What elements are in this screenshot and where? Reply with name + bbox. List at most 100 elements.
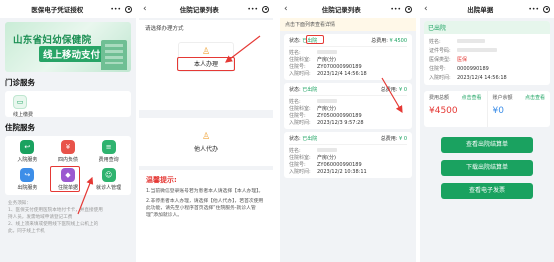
account-balance-label: 账户余额: [492, 95, 513, 101]
close-miniprogram-icon[interactable]: [543, 5, 550, 13]
online-payment-label: 线上缴费: [13, 112, 34, 118]
record-card[interactable]: 状态: 已出院 总费用: ¥ 4500 姓名: 住院科室: 产房(分) 住院号: Z…: [284, 34, 412, 80]
status-label: 状态:: [289, 87, 301, 93]
status-label: 状态:: [289, 136, 301, 142]
highlight-box: [50, 166, 80, 192]
page-title: 出院单据: [467, 6, 494, 14]
panel-handling-method: ‹ 住院记录列表 ••• 请选择办理方式 ♙ 本人办理 ♙ 他人代办 温馨提示:…: [139, 0, 273, 262]
no-value: 0000990189: [457, 65, 489, 72]
capsule-menu[interactable]: •••: [110, 5, 132, 13]
dept-value: 产房(分): [317, 57, 336, 63]
discharge-service-item[interactable]: ↪ 出院服务: [7, 168, 48, 191]
page-title: 医保电子凭证授权: [31, 6, 84, 14]
admission-service-label: 入院服务: [17, 157, 38, 163]
no-label: 住院号:: [429, 66, 446, 72]
name-label: 姓名:: [289, 50, 301, 56]
fee-query-item[interactable]: ≡ 费用查询: [88, 140, 129, 163]
tips-text-1: 1.当前微信登录账号若为患者本人请选择【本人办理】。: [146, 189, 264, 194]
date-label: 入院时间:: [289, 120, 311, 126]
fee-total-label: 费用总额: [429, 95, 450, 101]
record-no-row: 住院号: ZY060000990189: [289, 161, 407, 169]
proxy-card: ♙ 他人代办: [139, 118, 273, 166]
fee-value: ¥ 0: [399, 87, 407, 93]
fee-value: ¥ 0: [399, 136, 407, 142]
no-value: ZY060000990189: [317, 161, 362, 168]
redacted-name: [317, 148, 337, 152]
dept-value: 产房(分): [317, 155, 336, 161]
admission-service-item[interactable]: ↩ 入院服务: [7, 140, 48, 163]
record-card[interactable]: 状态: 已出院 总费用: ¥ 0 姓名: 住院科室: 产房(分) 住院号: ZY06…: [284, 132, 412, 178]
close-miniprogram-icon[interactable]: [125, 5, 132, 13]
record-date-row: 入院时间: 2023/12/2 10:38:11: [289, 168, 407, 176]
view-e-invoice-button[interactable]: 查看电子发票: [441, 183, 533, 199]
info-row-id: 证件号码:: [429, 46, 545, 55]
status-label: 状态:: [289, 38, 301, 44]
redacted-id: [457, 48, 497, 52]
fee-total-value: ¥4500: [429, 106, 458, 116]
discharge-info-card: 已出院 姓名: 证件号码: 医保类型: 医保 住院号: 0000990189 入院时…: [424, 21, 550, 85]
name-label: 姓名:: [289, 148, 301, 154]
dept-label: 住院科室:: [289, 57, 311, 63]
back-icon[interactable]: ‹: [143, 4, 151, 14]
deposit-item[interactable]: ¥ 四内负债: [48, 140, 89, 163]
panel-discharge-documents: ‹ 出院单据 ••• 已出院 姓名: 证件号码: 医保类型: 医保 住院号: 000…: [420, 0, 554, 262]
capsule-menu[interactable]: •••: [390, 5, 412, 13]
view-settlement-button[interactable]: 查看出院结算单: [441, 137, 533, 153]
patient-management-item[interactable]: ☺ 就诊人管理: [88, 168, 129, 191]
self-handling-option[interactable]: ♙ 本人办理: [177, 42, 235, 72]
fee-total-box[interactable]: 费用总额 点击查看 ¥4500: [424, 91, 488, 127]
record-dept-row: 住院科室: 产房(分): [289, 154, 407, 161]
dept-label: 住院科室:: [289, 106, 311, 112]
account-balance-link[interactable]: 点击查看: [525, 94, 545, 101]
header: ‹ 住院记录列表 •••: [280, 0, 416, 18]
more-icon[interactable]: •••: [390, 6, 401, 13]
more-icon[interactable]: •••: [528, 6, 539, 13]
page-title: 住院记录列表: [321, 6, 361, 14]
capsule-menu[interactable]: •••: [528, 5, 550, 13]
fee-total-link[interactable]: 点击查看: [461, 94, 481, 101]
date-value: 2023/12/4 14:56:18: [317, 70, 367, 77]
hospital-building-icon: [101, 40, 127, 70]
tips-title: 温馨提示:: [146, 176, 177, 184]
redacted-name: [317, 50, 337, 54]
capsule-menu[interactable]: •••: [247, 5, 269, 13]
close-miniprogram-icon[interactable]: [262, 5, 269, 13]
method-select-card: 请选择办理方式 ♙ 本人办理: [139, 20, 273, 110]
deposit-icon: ¥: [60, 140, 75, 154]
method-question: 请选择办理方式: [145, 26, 184, 32]
record-card[interactable]: 状态: 已出院 总费用: ¥ 0 姓名: 住院科室: 产房(分) 住院号: ZY05…: [284, 83, 412, 129]
download-settlement-button[interactable]: 下载出院结算单: [441, 160, 533, 176]
header: ‹ 出院单据 •••: [420, 0, 554, 18]
more-icon[interactable]: •••: [247, 6, 258, 13]
account-balance-value: ¥0: [492, 106, 504, 116]
info-row-insurance: 医保类型: 医保: [429, 55, 545, 64]
fee-label: 总费用:: [371, 38, 388, 44]
record-dept-row: 住院科室: 产房(分): [289, 105, 407, 112]
proxy-handling-option[interactable]: ♙ 他人代办: [178, 127, 234, 157]
redacted-name: [457, 39, 485, 43]
tips-card: 温馨提示: 1.当前微信登录账号若为患者本人请选择【本人办理】。 2.非停患者本…: [139, 170, 273, 262]
date-label: 入院时间:: [429, 75, 451, 81]
insurance-value: 医保: [457, 57, 468, 63]
back-icon[interactable]: ‹: [284, 4, 292, 14]
online-payment-item[interactable]: ▭ 线上缴费: [13, 95, 43, 118]
list-notice: 点击下面列表查看详情: [280, 18, 416, 31]
admission-icon: ↩: [20, 140, 35, 154]
more-icon[interactable]: •••: [110, 6, 121, 13]
status-value: 已出院: [302, 136, 318, 142]
account-balance-box[interactable]: 账户余额 点击查看 ¥0: [488, 91, 551, 127]
business-notes: 业务须知： 1、医保支付使用医院本地付卡卡，并直接使用 持人员，发需地域申请登记…: [8, 201, 103, 234]
discharge-status: 已出院: [424, 21, 550, 34]
record-status-line: 状态: 已出院 总费用: ¥ 0: [289, 135, 407, 145]
redacted-name: [317, 99, 337, 103]
dept-label: 住院科室:: [289, 155, 311, 161]
date-value: 2023/12/3 9:57:28: [317, 119, 364, 126]
info-row-no: 住院号: 0000990189: [429, 64, 545, 73]
record-dept-row: 住院科室: 产房(分): [289, 56, 407, 63]
close-miniprogram-icon[interactable]: [405, 5, 412, 13]
header: ‹ 住院记录列表 •••: [139, 0, 273, 18]
banner-title: 山东省妇幼保健院: [13, 35, 92, 46]
fee-label: 总费用:: [380, 136, 398, 142]
status-value: 已出院: [302, 87, 318, 93]
back-icon[interactable]: ‹: [424, 4, 432, 14]
